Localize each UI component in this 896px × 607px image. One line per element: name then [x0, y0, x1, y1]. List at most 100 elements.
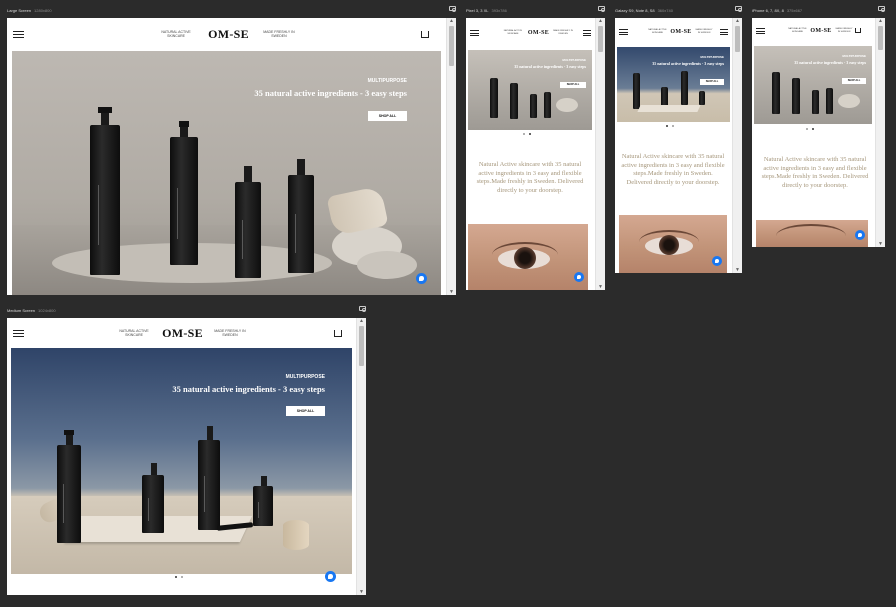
menu-icon[interactable] — [583, 30, 591, 36]
carousel-dots[interactable] — [175, 576, 183, 578]
scrollbar[interactable]: ▲ ▼ — [875, 18, 885, 247]
logo[interactable]: OM-SE — [162, 326, 203, 341]
frame-label: iPhone 6, 7, 8X, 8 375x667 — [752, 5, 802, 15]
hero-banner: MULTIPURPOSE 35 natural active ingredien… — [11, 348, 352, 574]
site-header: NATURAL ACTIVE SKINCARE OM-SE MADE FRESH… — [615, 18, 732, 46]
hero-banner: MULTIPURPOSE 35 natural active ingredien… — [754, 46, 872, 124]
menu-icon[interactable] — [720, 29, 728, 35]
description-text: Natural Active skincare with 35 natural … — [761, 156, 869, 189]
hero-headline: 35 natural active ingredients - 3 easy s… — [514, 64, 586, 69]
product-bottle — [170, 137, 198, 265]
tagline-left: NATURAL ACTIVE SKINCARE — [788, 28, 807, 33]
hero-text: MULTIPURPOSE 35 natural active ingredien… — [652, 55, 724, 87]
scroll-thumb[interactable] — [449, 26, 454, 66]
stone-shape — [357, 251, 417, 279]
product-bottle — [253, 486, 273, 526]
messenger-icon[interactable] — [855, 230, 865, 240]
eye-image — [756, 220, 868, 247]
scroll-thumb[interactable] — [878, 26, 883, 50]
hero-text: MULTIPURPOSE 35 natural active ingredien… — [172, 374, 325, 417]
menu-icon[interactable] — [619, 29, 628, 35]
site-header: NATURAL ACTIVE SKINCARE OM-SE MADE FRESH… — [7, 18, 446, 50]
product-bottle — [235, 182, 261, 278]
tagline-left: NATURAL ACTIVE SKINCARE — [119, 328, 149, 337]
logo[interactable]: OM-SE — [810, 28, 831, 34]
frame-name: Galaxy S9, Note 8, S8 — [615, 7, 655, 13]
hero-headline: 35 natural active ingredients - 3 easy s… — [794, 60, 866, 65]
screen: NATURAL ACTIVE SKINCARE OM-SE MADE FRESH… — [752, 18, 885, 247]
site-header: NATURAL ACTIVE SKINCARE OM-SE MADE FRESH… — [7, 318, 356, 348]
shop-all-button[interactable]: SHOP ALL — [842, 78, 866, 84]
hero-headline: 35 natural active ingredients - 3 easy s… — [254, 88, 407, 98]
scroll-thumb[interactable] — [598, 26, 603, 52]
carousel-dots[interactable] — [666, 125, 674, 127]
scroll-thumb[interactable] — [735, 26, 740, 52]
menu-icon[interactable] — [756, 28, 765, 34]
frame-pixel-3: Pixel 3, 3 XL 393x786 NATURAL ACTIVE SKI… — [466, 5, 605, 290]
messenger-icon[interactable] — [712, 256, 722, 266]
camera-icon[interactable] — [359, 306, 366, 312]
shop-all-button[interactable]: SHOP ALL — [368, 111, 407, 121]
product-bottle — [142, 475, 164, 533]
hero-category: MULTIPURPOSE — [842, 54, 866, 58]
product-bottle — [90, 125, 120, 275]
hero-headline: 35 natural active ingredients - 3 easy s… — [652, 61, 724, 66]
frame-medium-screen: Medium Screen 1024x800 NATURAL ACTIVE SK… — [7, 305, 366, 595]
frame-galaxy-s9: Galaxy S9, Note 8, S8 360x740 NATURAL AC… — [615, 5, 742, 273]
site-header: NATURAL ACTIVE SKINCARE OM-SE MADE FRESH… — [466, 18, 595, 48]
frame-name: Large Screen — [7, 7, 32, 13]
menu-icon[interactable] — [13, 30, 24, 38]
frame-label: Large Screen 1280x800 — [7, 5, 52, 15]
logo[interactable]: OM-SE — [670, 29, 691, 35]
tagline-right: MADE FRESHLY IN SWEDEN — [214, 328, 246, 337]
hero-category: MULTIPURPOSE — [285, 374, 325, 380]
hero-category: MULTIPURPOSE — [700, 55, 724, 59]
camera-icon[interactable] — [449, 6, 456, 12]
messenger-icon[interactable] — [416, 273, 427, 284]
camera-icon[interactable] — [735, 6, 742, 12]
tagline-right: MADE FRESHLY IN SWEDEN — [835, 28, 853, 33]
scrollbar[interactable]: ▲ ▼ — [732, 18, 742, 273]
tagline-right: MADE FRESHLY IN SWEDEN — [695, 29, 713, 34]
bag-icon[interactable] — [334, 330, 342, 337]
scroll-thumb[interactable] — [359, 326, 364, 366]
scrollbar[interactable]: ▲ ▼ — [356, 318, 366, 595]
bag-icon[interactable] — [421, 31, 429, 38]
scrollbar[interactable]: ▲ ▼ — [595, 18, 605, 290]
bag-icon[interactable] — [855, 28, 861, 33]
camera-icon[interactable] — [878, 6, 885, 12]
frame-name: iPhone 6, 7, 8X, 8 — [752, 7, 784, 13]
shop-all-button[interactable]: SHOP ALL — [560, 82, 586, 88]
hero-category: MULTIPURPOSE — [367, 78, 407, 84]
frame-size: 375x667 — [786, 7, 803, 13]
eye-image — [468, 224, 588, 290]
hero-text: MULTIPURPOSE 35 natural active ingredien… — [794, 54, 866, 86]
logo[interactable]: OM-SE — [208, 27, 249, 42]
product-bottle — [198, 440, 220, 530]
hero-text: MULTIPURPOSE 35 natural active ingredien… — [514, 58, 586, 90]
frame-large-screen: Large Screen 1280x800 NATURAL ACTIVE SKI… — [7, 5, 456, 295]
frame-label: Pixel 3, 3 XL 393x786 — [466, 5, 507, 15]
frame-size: 393x786 — [491, 7, 507, 13]
camera-icon[interactable] — [598, 6, 605, 12]
hero-text: MULTIPURPOSE 35 natural active ingredien… — [254, 78, 407, 122]
frame-name: Pixel 3, 3 XL — [466, 7, 489, 13]
screen: NATURAL ACTIVE SKINCARE OM-SE MADE FRESH… — [7, 318, 366, 595]
shop-all-button[interactable]: SHOP ALL — [700, 79, 724, 85]
scrollbar[interactable]: ▲ ▼ — [446, 18, 456, 295]
messenger-icon[interactable] — [325, 571, 336, 582]
product-bottle — [288, 175, 314, 273]
screen: NATURAL ACTIVE SKINCARE OM-SE MADE FRESH… — [615, 18, 742, 273]
carousel-dots[interactable] — [523, 133, 531, 135]
menu-icon[interactable] — [470, 30, 479, 36]
tagline-left: NATURAL ACTIVE SKINCARE — [648, 29, 667, 34]
logo[interactable]: OM-SE — [528, 30, 549, 36]
tagline-left: NATURAL ACTIVE SKINCARE — [503, 30, 523, 35]
carousel-dots[interactable] — [806, 128, 814, 130]
menu-icon[interactable] — [13, 329, 24, 337]
messenger-icon[interactable] — [574, 272, 584, 282]
hero-headline: 35 natural active ingredients - 3 easy s… — [172, 384, 325, 394]
shop-all-button[interactable]: SHOP ALL — [286, 406, 325, 416]
frame-size: 1280x800 — [34, 7, 52, 13]
product-bottle — [57, 445, 81, 543]
